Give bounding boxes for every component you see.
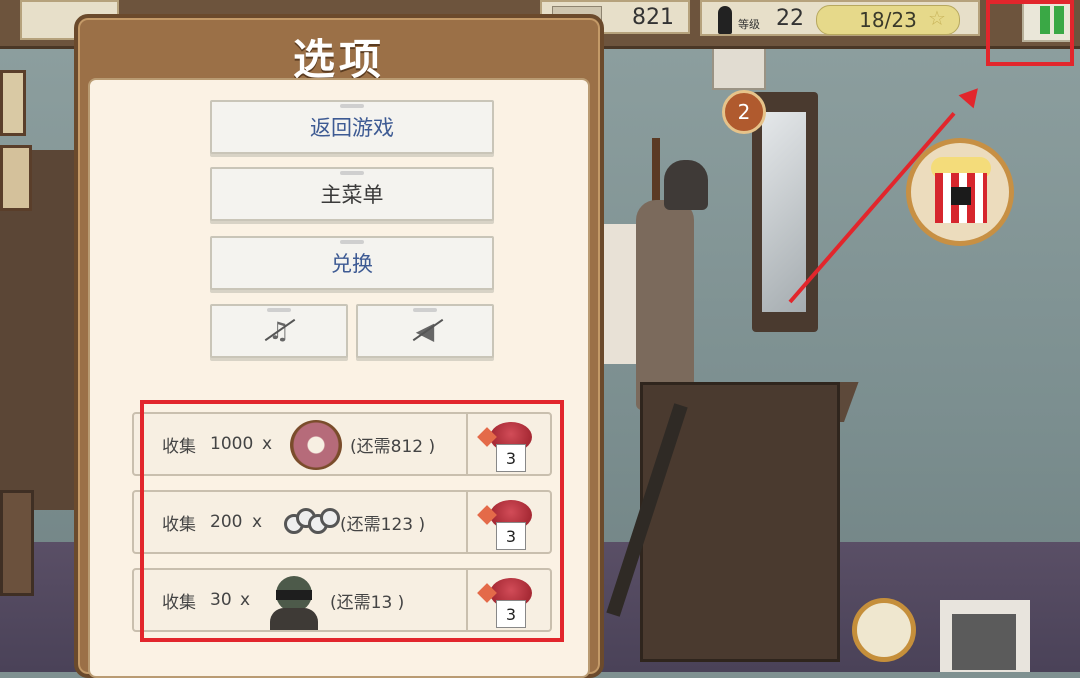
task-quantity: 30 [210,590,232,610]
task-row: 收集 1000 x (还需812 ) 3 [132,412,552,476]
sound-off-icon: ◀ [415,317,435,345]
highlight-box-pause [986,0,1074,66]
task-description: 收集 30 x (还需13 ) [134,570,468,630]
dialog-body: 返回游戏 主菜单 兑换 ♫ ◀ 收集 1000 x (还需812 ) 3 收集 … [88,78,590,678]
reward-candy-button[interactable]: 3 [474,574,548,628]
star-icon: ☆ [928,6,946,30]
reward-count: 3 [496,600,526,628]
task-description: 收集 200 x (还需123 ) [134,492,468,552]
task-label: 收集 [162,514,196,535]
notification-badge[interactable]: 2 [722,90,766,134]
redeem-button[interactable]: 兑换 [210,236,494,290]
task-row: 收集 200 x (还需123 ) 3 [132,490,552,554]
left-crate [0,490,34,596]
video-play-icon [951,187,971,205]
reward-candy-button[interactable]: 3 [474,418,548,472]
task-label: 收集 [162,436,196,457]
wall-poster [600,224,640,364]
resume-game-button[interactable]: 返回游戏 [210,100,494,154]
reward-count: 3 [496,444,526,472]
masked-thief-icon [270,576,318,630]
donut-icon [290,420,342,470]
task-remaining: (还需13 ) [330,592,405,613]
sound-toggle-button[interactable]: ◀ [356,304,494,358]
task-remaining: (还需123 ) [340,514,426,535]
task-remaining: (还需812 ) [350,436,436,457]
main-menu-button[interactable]: 主菜单 [210,167,494,221]
wall-mirror[interactable] [752,92,818,332]
options-dialog: 选项 返回游戏 主菜单 兑换 ♫ ◀ 收集 1000 x (还需812 ) 3 [74,14,604,678]
detective-silhouette-icon [718,6,732,34]
reward-candy-button[interactable]: 3 [474,496,548,550]
task-multiplier: x [262,434,273,454]
thief-body [270,608,318,630]
wall-medal-frame [0,145,32,211]
task-multiplier: x [240,590,251,610]
reward-count: 3 [496,522,526,550]
task-quantity: 1000 [210,434,254,454]
thief-mask [276,590,312,600]
hat[interactable] [664,160,708,210]
level-value: 22 [776,6,804,31]
brass-knuckles-icon [284,506,340,542]
task-multiplier: x [252,512,263,532]
task-quantity: 200 [210,512,243,532]
task-label: 收集 [162,592,196,613]
wall-picture [0,70,26,136]
clock-icon[interactable] [852,598,916,662]
task-description: 收集 1000 x (还需812 ) [134,414,468,474]
coins-value: 821 [632,4,674,30]
cash-register-icon[interactable] [940,600,1030,672]
task-row: 收集 30 x (还需13 ) 3 [132,568,552,632]
music-off-icon: ♫ [268,317,290,345]
level-progress-text: 18/23 [859,8,917,32]
hanging-coat[interactable] [636,200,694,410]
level-label: 等级 [738,18,760,31]
wall-vent [712,46,766,90]
music-toggle-button[interactable]: ♫ [210,304,348,358]
popcorn-video-reward-button[interactable] [906,138,1014,246]
level-panel: 等级 22 18/23 ☆ [700,0,980,36]
